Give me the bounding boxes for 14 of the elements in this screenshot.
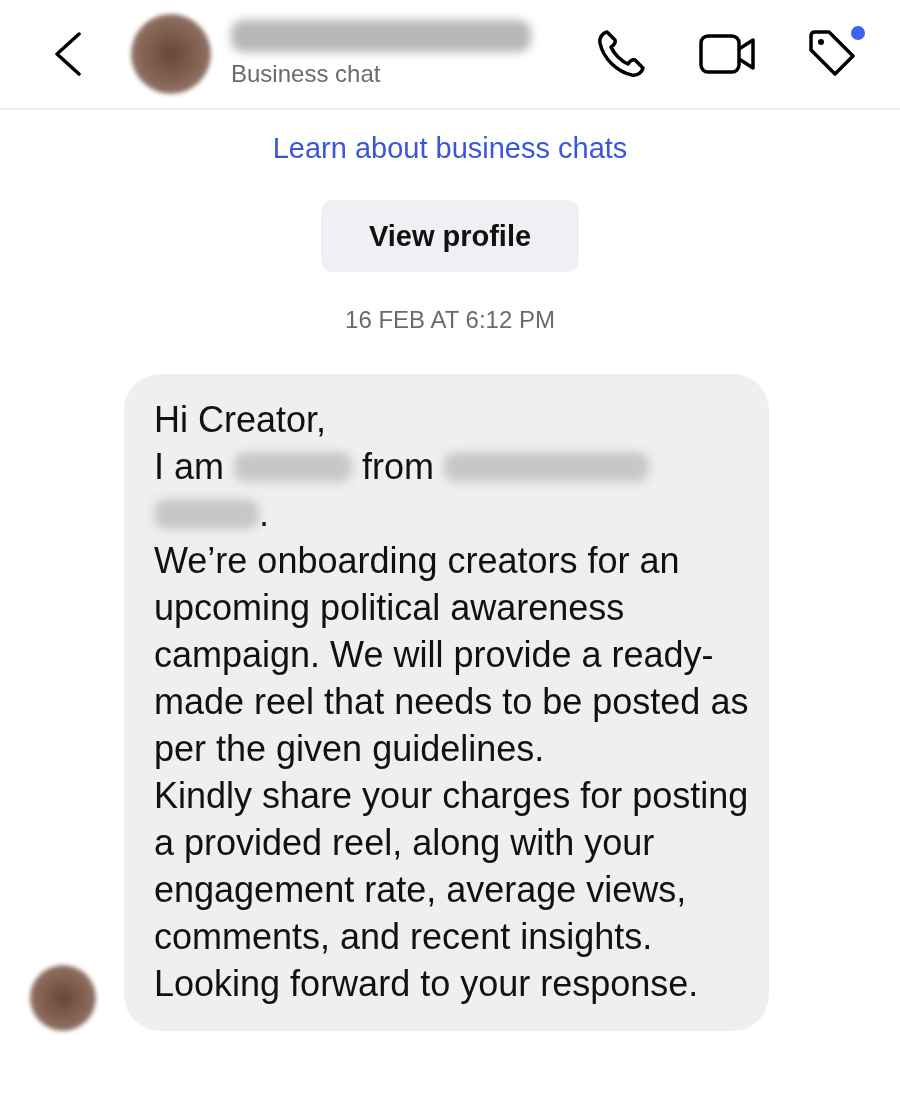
message-text: Kindly share your charges for posting a provided reel, along with your engagement rate, average views, comments, and recent insights. Looking forward to your response. (154, 774, 749, 1006)
avatar[interactable] (131, 14, 211, 94)
message-text: . (259, 492, 269, 536)
contact-subtitle: Business chat (231, 60, 382, 88)
back-icon[interactable] (53, 32, 83, 76)
message-text: Hi Creator, (154, 398, 328, 442)
view-profile-button[interactable]: View profile (321, 200, 579, 272)
timestamp: 16 FEB AT 6:12 PM (345, 306, 555, 334)
message-text: from (362, 445, 434, 489)
learn-link[interactable]: Learn about business chats (272, 132, 628, 165)
video-camera-icon[interactable] (699, 32, 757, 76)
message-text: We’re onboarding creators for an upcoming political awareness campaign. We will provide a ready-made reel that needs to be posted as per the given guidelines. (154, 539, 749, 771)
avatar (30, 965, 96, 1031)
message-text: I am (154, 445, 224, 489)
